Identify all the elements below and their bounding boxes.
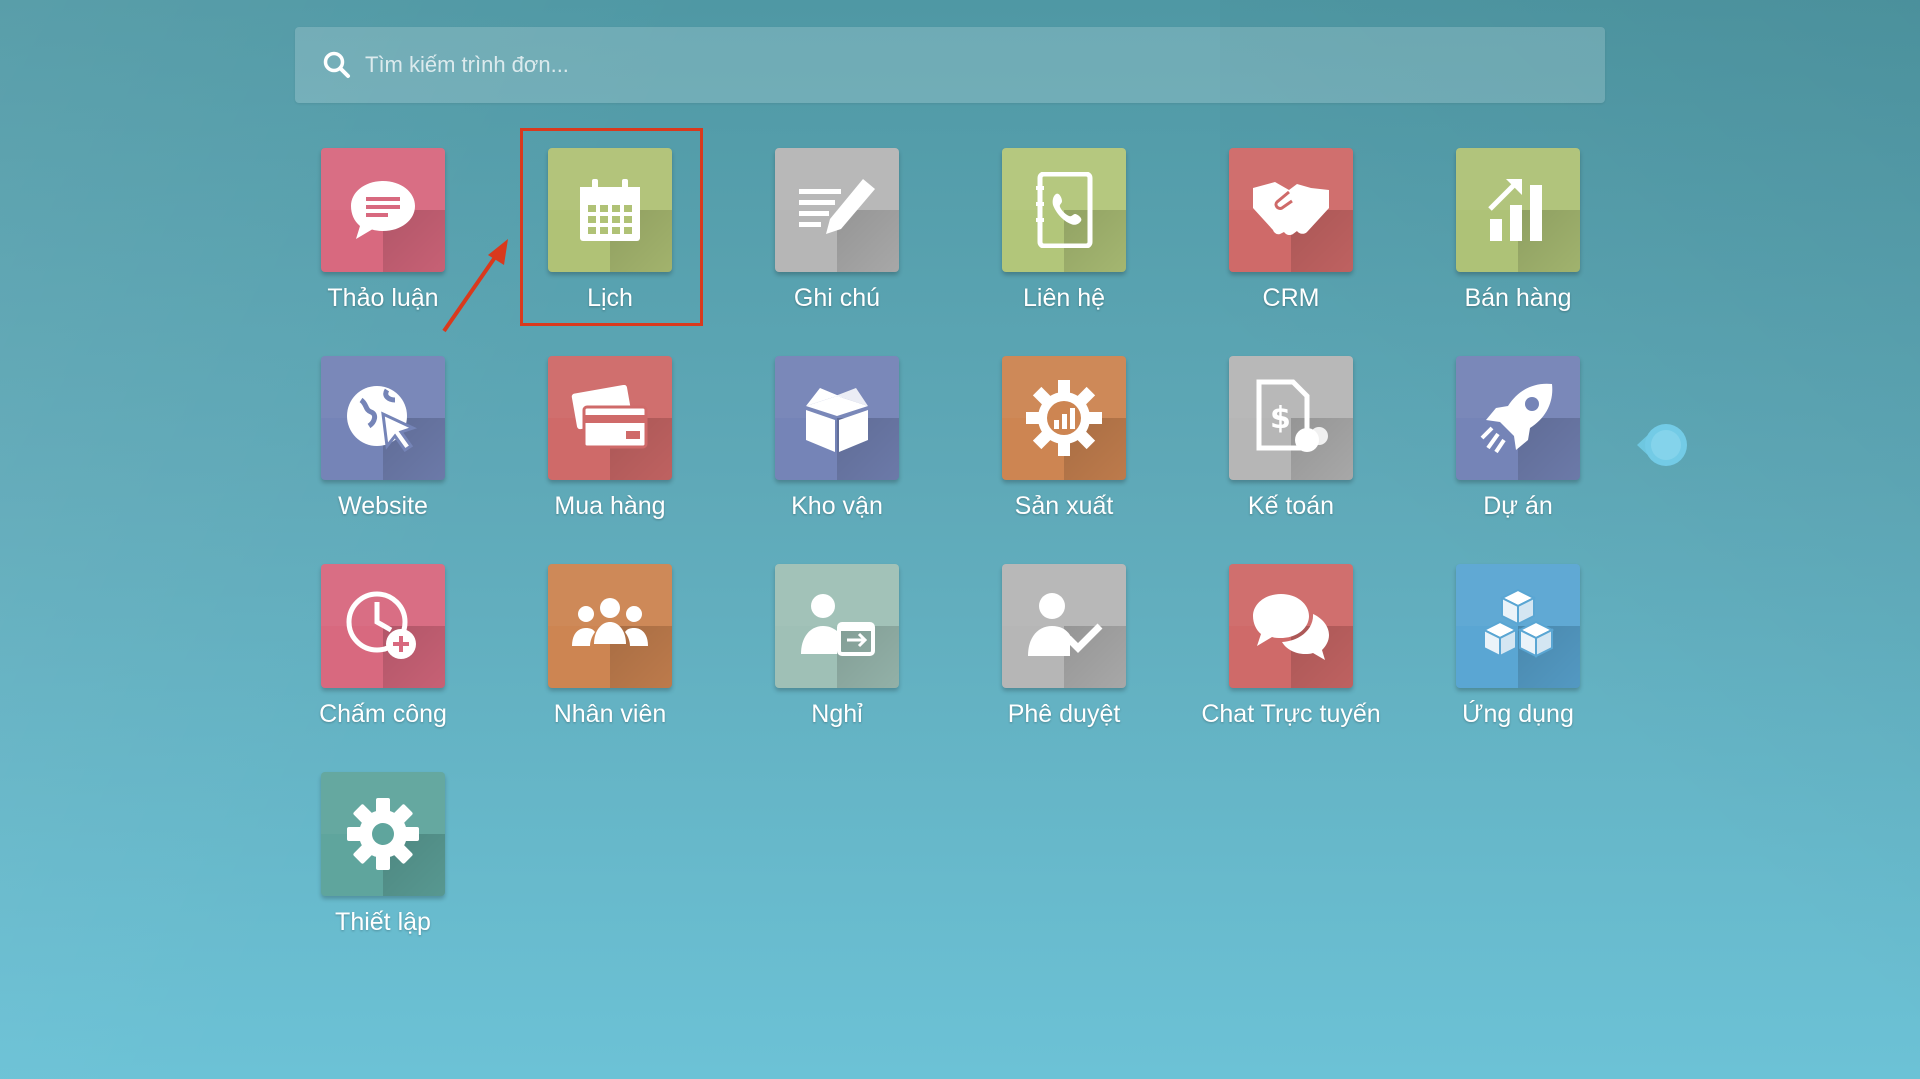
app-lien-he[interactable]: Liên hệ <box>969 148 1159 338</box>
app-tile <box>1002 148 1126 272</box>
app-tile <box>1229 148 1353 272</box>
app-crm[interactable]: CRM <box>1196 148 1386 338</box>
clock-plus-icon <box>343 586 423 666</box>
contact-book-icon <box>1034 172 1094 248</box>
app-label: Bán hàng <box>1464 284 1572 312</box>
app-ban-hang[interactable]: Bán hàng <box>1423 148 1613 338</box>
gear-chart-icon <box>1024 378 1104 458</box>
app-tile <box>1229 564 1353 688</box>
app-thao-luan[interactable]: Thảo luận <box>288 148 478 338</box>
app-tile <box>548 356 672 480</box>
app-thiet-lap[interactable]: Thiết lập <box>288 772 478 962</box>
sales-chart-icon <box>1486 175 1550 245</box>
app-cham-cong[interactable]: Chấm công <box>288 564 478 754</box>
app-tile <box>548 148 672 272</box>
people-group-icon <box>568 594 652 658</box>
app-nhan-vien[interactable]: Nhân viên <box>515 564 705 754</box>
app-label: Chat Trực tuyến <box>1201 700 1381 728</box>
app-chat-truc-tuyen[interactable]: Chat Trực tuyến <box>1196 564 1386 754</box>
note-pencil-icon <box>795 175 879 245</box>
app-tile <box>775 148 899 272</box>
app-tile <box>1456 148 1580 272</box>
app-tile: $ <box>1229 356 1353 480</box>
app-label: Nhân viên <box>553 700 667 728</box>
credit-cards-icon <box>570 385 650 451</box>
app-tile <box>548 564 672 688</box>
handshake-icon <box>1251 178 1331 242</box>
app-ung-dung[interactable]: Ứng dụng <box>1423 564 1613 754</box>
app-tile <box>775 564 899 688</box>
rocket-icon <box>1478 378 1558 458</box>
app-label: Lịch <box>587 284 633 312</box>
app-label: Liên hệ <box>1022 284 1106 312</box>
app-tile <box>775 356 899 480</box>
app-label: Thảo luận <box>327 284 439 312</box>
app-grid: Thảo luận Lịch Ghi chú Liên hệ CRM Bán h… <box>0 0 1920 1079</box>
app-label: Phê duyệt <box>1007 700 1121 728</box>
svg-text:$: $ <box>1270 401 1291 436</box>
person-check-icon <box>1022 588 1106 664</box>
app-tile <box>1456 356 1580 480</box>
gear-icon <box>345 796 421 872</box>
app-phe-duyet[interactable]: Phê duyệt <box>969 564 1159 754</box>
app-label: Kế toán <box>1247 492 1335 520</box>
app-nghi[interactable]: Nghỉ <box>742 564 932 754</box>
app-tile <box>321 564 445 688</box>
app-label: Thiết lập <box>335 908 431 936</box>
app-tile <box>321 772 445 896</box>
app-website[interactable]: Website <box>288 356 478 546</box>
globe-cursor-icon <box>343 378 423 458</box>
app-label: Dự án <box>1483 492 1553 520</box>
app-label: Kho vận <box>791 492 883 520</box>
app-lich[interactable]: Lịch <box>515 148 705 338</box>
chat-bubble-icon <box>346 175 420 245</box>
chat-bubbles-icon <box>1249 590 1333 662</box>
app-ghi-chu[interactable]: Ghi chú <box>742 148 932 338</box>
app-label: Ghi chú <box>793 284 881 312</box>
app-tile <box>1002 564 1126 688</box>
app-kho-van[interactable]: Kho vận <box>742 356 932 546</box>
app-label: CRM <box>1262 284 1320 312</box>
person-calendar-icon <box>795 588 879 664</box>
cubes-icon <box>1476 586 1560 666</box>
app-ke-toan[interactable]: $ Kế toán <box>1196 356 1386 546</box>
app-label: Mua hàng <box>554 492 666 520</box>
app-tile <box>321 356 445 480</box>
invoice-dollar-icon: $ <box>1253 378 1329 458</box>
app-du-an[interactable]: Dự án <box>1423 356 1613 546</box>
app-label: Website <box>338 492 428 520</box>
app-tile <box>1002 356 1126 480</box>
app-mua-hang[interactable]: Mua hàng <box>515 356 705 546</box>
app-label: Chấm công <box>319 700 447 728</box>
app-tile <box>321 148 445 272</box>
app-label: Nghỉ <box>811 700 863 728</box>
app-label: Sản xuất <box>1014 492 1114 520</box>
calendar-icon <box>575 175 645 245</box>
app-label: Ứng dụng <box>1462 700 1574 728</box>
box-icon <box>800 382 874 454</box>
app-tile <box>1456 564 1580 688</box>
app-san-xuat[interactable]: Sản xuất <box>969 356 1159 546</box>
